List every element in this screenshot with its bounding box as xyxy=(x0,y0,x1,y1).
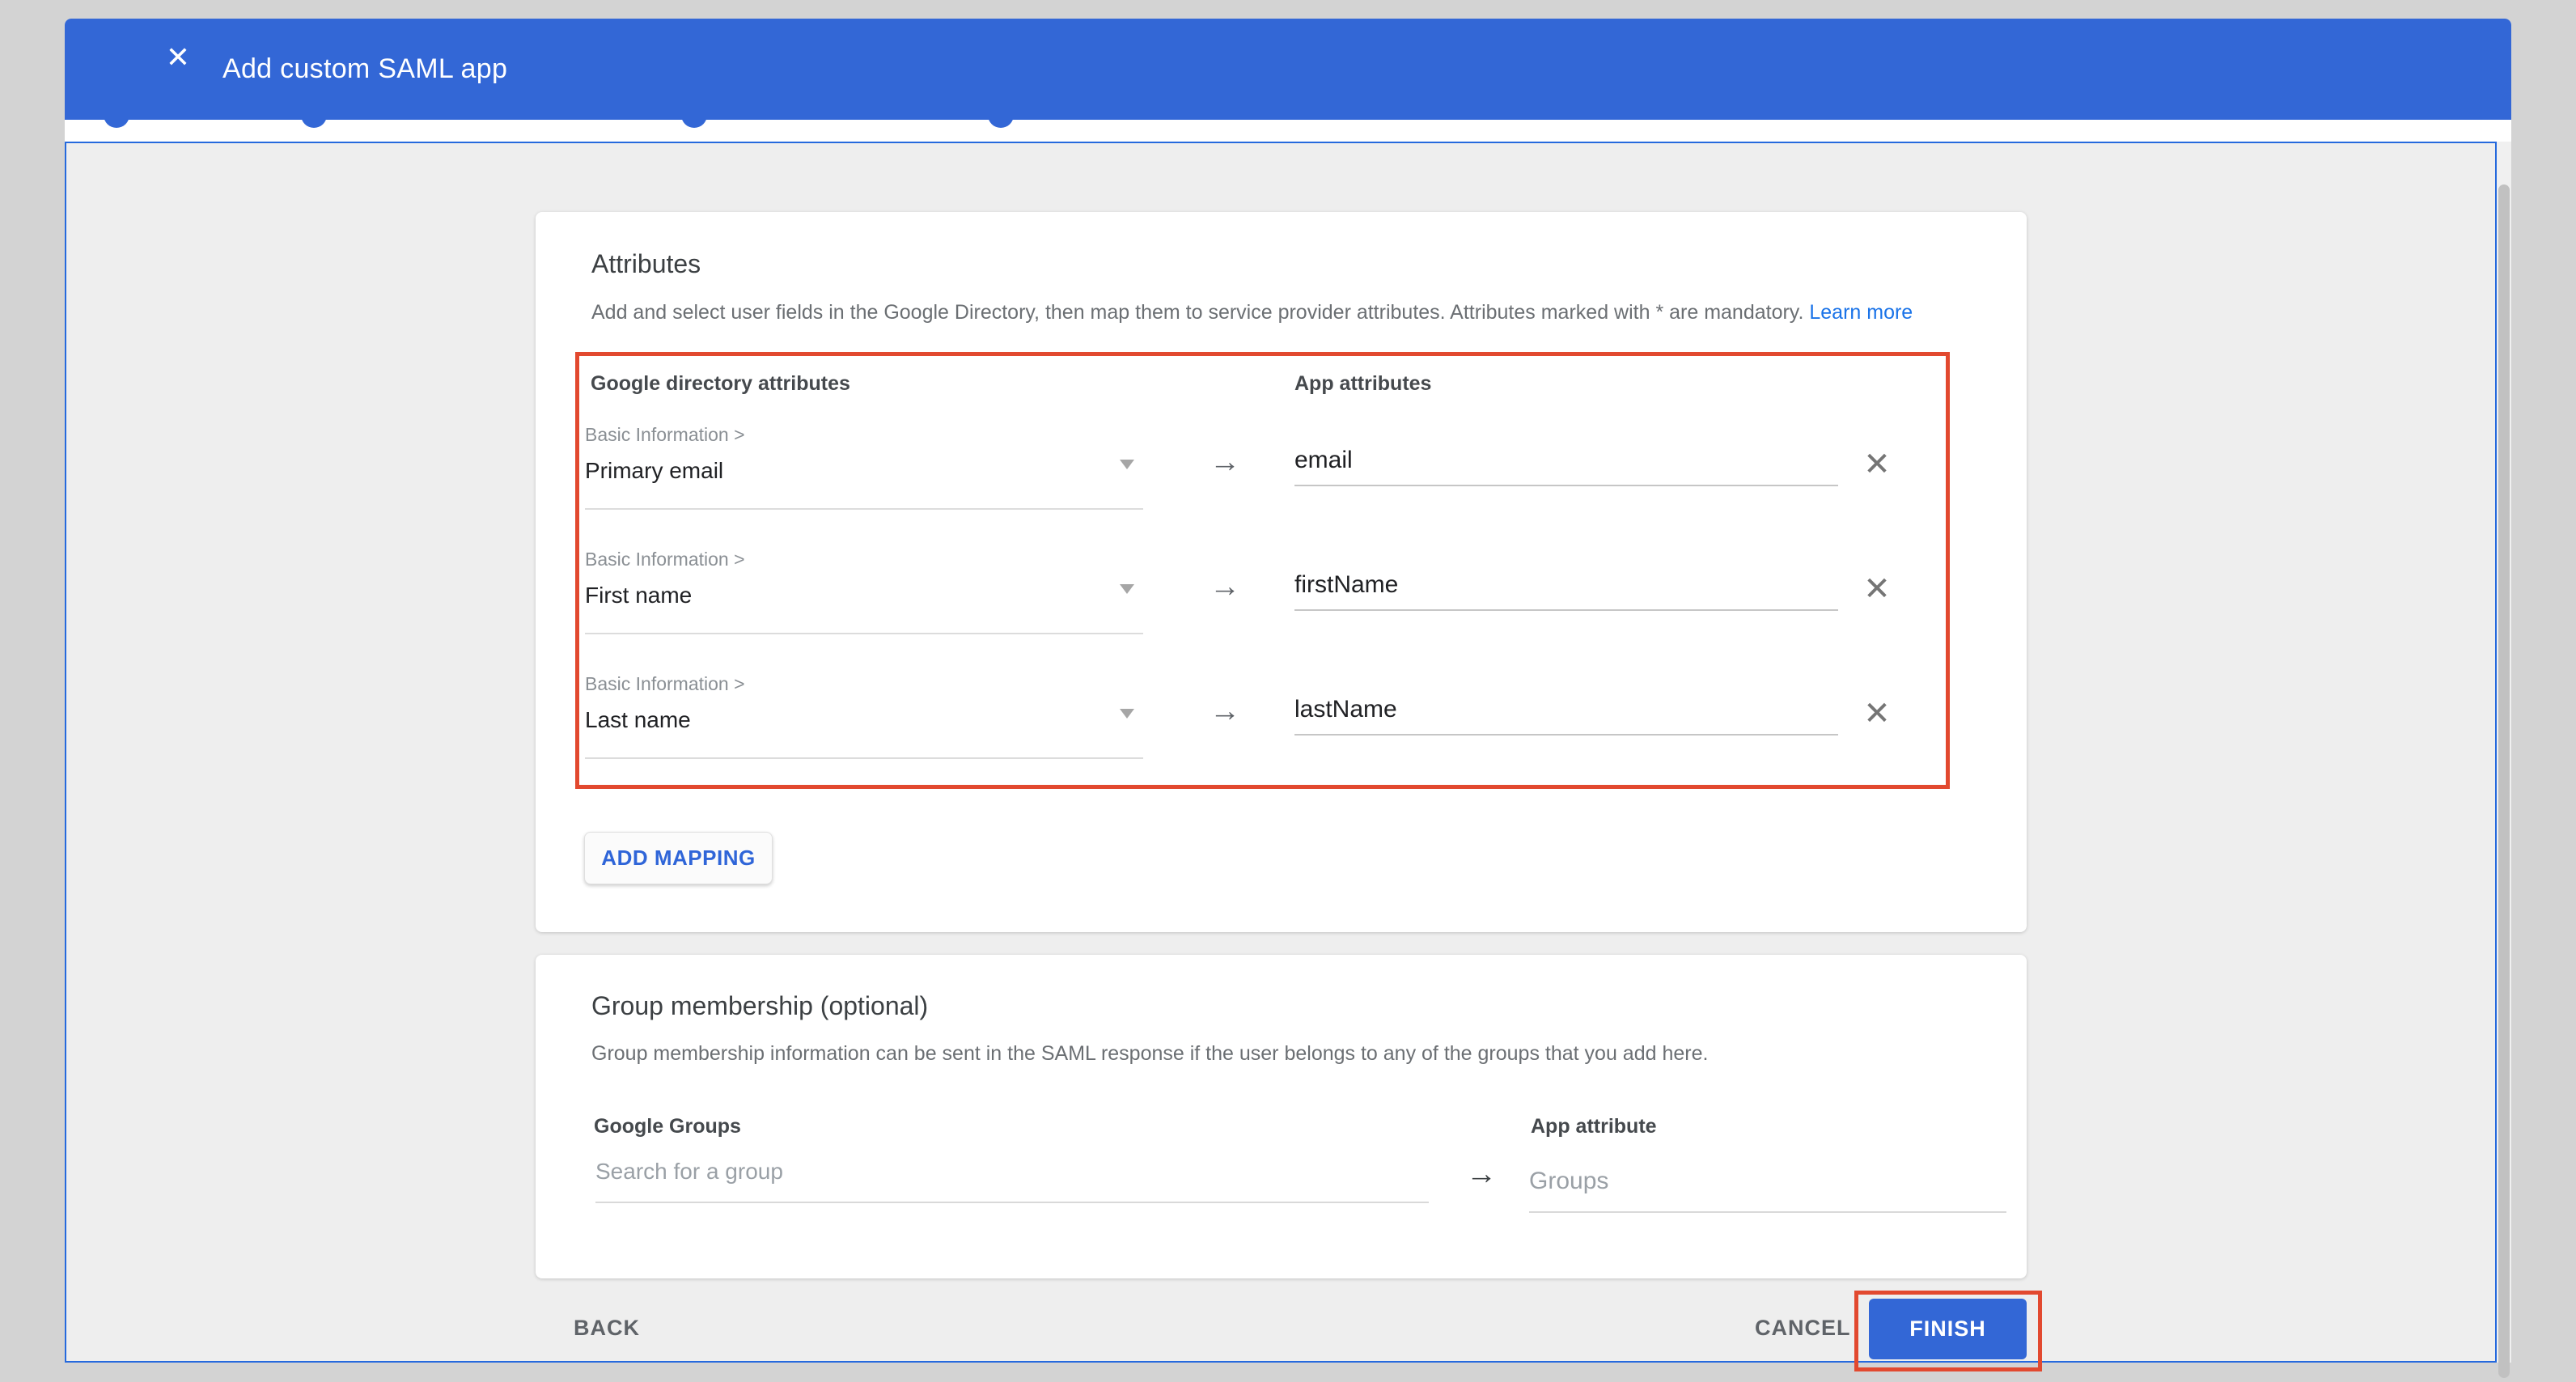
scrollbar-track[interactable] xyxy=(2497,142,2511,1363)
app-attributes-header: App attributes xyxy=(1294,372,1431,396)
remove-mapping-icon[interactable]: ✕ xyxy=(1854,691,1900,736)
google-attribute-value: First name xyxy=(585,583,692,608)
mapping-row: Basic Information > First name → ✕ xyxy=(536,547,2027,672)
input-underline xyxy=(1294,609,1838,611)
app-attribute-input[interactable] xyxy=(1294,442,1838,479)
dialog-title: Add custom SAML app xyxy=(222,19,507,120)
chevron-down-icon xyxy=(1120,709,1134,719)
attributes-description: Add and select user fields in the Google… xyxy=(591,301,1913,324)
group-membership-description: Group membership information can be sent… xyxy=(591,1042,1708,1066)
close-icon[interactable]: ✕ xyxy=(160,40,196,75)
app-attribute-input[interactable] xyxy=(1294,691,1838,728)
chevron-down-icon xyxy=(1120,584,1134,594)
mapping-arrow-icon: → xyxy=(1201,570,1249,604)
screen: ✕ Add custom SAML app Attributes Add and… xyxy=(0,0,2576,1382)
google-attribute-value: Last name xyxy=(585,707,691,733)
dialog-header: ✕ Add custom SAML app xyxy=(65,19,2511,120)
chevron-down-icon xyxy=(1120,460,1134,469)
select-underline xyxy=(585,757,1143,759)
attributes-card: Attributes Add and select user fields in… xyxy=(536,212,2027,932)
remove-mapping-icon[interactable]: ✕ xyxy=(1854,566,1900,612)
attribute-category-label: Basic Information > xyxy=(585,549,745,570)
learn-more-link[interactable]: Learn more xyxy=(1809,301,1913,324)
scrollbar-thumb[interactable] xyxy=(2498,184,2510,1378)
input-underline xyxy=(595,1202,1429,1203)
mapping-arrow-icon: → xyxy=(1201,445,1249,480)
app-attribute-input[interactable] xyxy=(1294,566,1838,604)
input-underline xyxy=(1529,1211,2006,1213)
attributes-title: Attributes xyxy=(591,249,701,279)
group-membership-title: Group membership (optional) xyxy=(591,991,928,1021)
finish-button[interactable]: FINISH xyxy=(1869,1299,2027,1359)
mapping-row: Basic Information > Primary email → ✕ xyxy=(536,422,2027,547)
select-underline xyxy=(585,508,1143,510)
back-button[interactable]: BACK xyxy=(567,1310,646,1346)
input-underline xyxy=(1294,734,1838,736)
attribute-category-label: Basic Information > xyxy=(585,673,745,695)
mapping-row: Basic Information > Last name → ✕ xyxy=(536,672,2027,796)
attribute-category-label: Basic Information > xyxy=(585,424,745,446)
cancel-button[interactable]: CANCEL xyxy=(1748,1310,1858,1346)
google-directory-attributes-header: Google directory attributes xyxy=(591,372,850,396)
google-groups-label: Google Groups xyxy=(594,1115,741,1138)
add-custom-saml-app-dialog: ✕ Add custom SAML app Attributes Add and… xyxy=(65,19,2511,1363)
attributes-description-text: Add and select user fields in the Google… xyxy=(591,301,1803,324)
google-attribute-value: Primary email xyxy=(585,458,723,484)
input-underline xyxy=(1294,485,1838,486)
remove-mapping-icon[interactable]: ✕ xyxy=(1854,442,1900,487)
group-search-input[interactable] xyxy=(595,1149,1429,1194)
select-underline xyxy=(585,633,1143,634)
group-arrow-icon: → xyxy=(1457,1157,1506,1192)
mapping-arrow-icon: → xyxy=(1201,694,1249,729)
add-mapping-button[interactable]: ADD MAPPING xyxy=(584,832,773,884)
group-membership-card: Group membership (optional) Group member… xyxy=(536,955,2027,1278)
app-attribute-label: App attribute xyxy=(1531,1115,1657,1138)
groups-attribute-input[interactable] xyxy=(1529,1159,2006,1204)
